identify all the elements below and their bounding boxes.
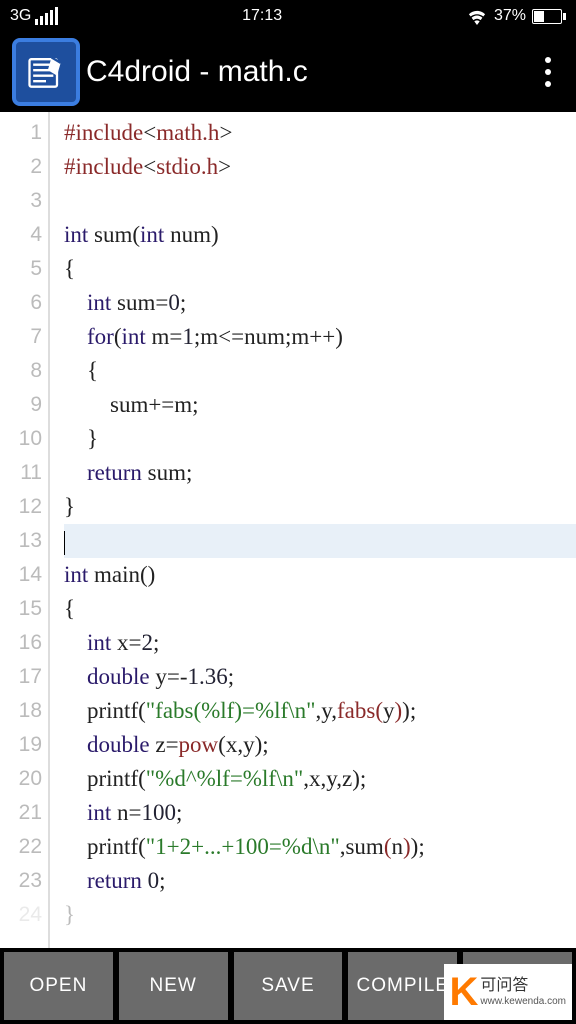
line-number: 11	[0, 456, 42, 490]
code-line[interactable]	[64, 184, 576, 218]
line-number: 8	[0, 354, 42, 388]
app-logo-icon	[12, 38, 80, 106]
line-number: 24	[0, 898, 42, 932]
code-line[interactable]: sum+=m;	[64, 388, 576, 422]
line-number: 9	[0, 388, 42, 422]
code-line[interactable]: return 0;	[64, 864, 576, 898]
open-button[interactable]: OPEN	[4, 952, 113, 1020]
code-line[interactable]: }	[64, 898, 576, 932]
code-line[interactable]: {	[64, 252, 576, 286]
code-line[interactable]: {	[64, 354, 576, 388]
text-cursor	[64, 531, 65, 555]
code-line[interactable]: return sum;	[64, 456, 576, 490]
line-number: 1	[0, 116, 42, 150]
clock: 17:13	[58, 7, 466, 25]
line-number: 14	[0, 558, 42, 592]
code-line[interactable]: int main()	[64, 558, 576, 592]
line-number: 19	[0, 728, 42, 762]
code-line[interactable]: printf("%d^%lf=%lf\n",x,y,z);	[64, 762, 576, 796]
code-line[interactable]: int n=100;	[64, 796, 576, 830]
watermark-title: 可问答	[480, 976, 566, 995]
save-button[interactable]: SAVE	[234, 952, 343, 1020]
overflow-menu-icon[interactable]	[528, 57, 568, 87]
line-number: 12	[0, 490, 42, 524]
code-line[interactable]: {	[64, 592, 576, 626]
line-number: 18	[0, 694, 42, 728]
watermark-logo: K	[450, 972, 479, 1012]
code-line[interactable]: }	[64, 490, 576, 524]
network-label: 3G	[10, 7, 31, 25]
line-gutter: 123456789101112131415161718192021222324	[0, 112, 50, 948]
code-line[interactable]: double y=-1.36;	[64, 660, 576, 694]
code-line[interactable]: #include<math.h>	[64, 116, 576, 150]
code-line[interactable]: for(int m=1;m<=num;m++)	[64, 320, 576, 354]
code-line[interactable]	[64, 524, 576, 558]
new-button[interactable]: NEW	[119, 952, 228, 1020]
code-area[interactable]: #include<math.h>#include<stdio.h> int sum…	[50, 112, 576, 948]
code-line[interactable]: printf("fabs(%lf)=%lf\n",y,fabs(y));	[64, 694, 576, 728]
watermark: K 可问答 www.kewenda.com	[444, 964, 572, 1020]
line-number: 16	[0, 626, 42, 660]
app-title: C4droid - math.c	[86, 55, 528, 89]
code-line[interactable]: int x=2;	[64, 626, 576, 660]
line-number: 3	[0, 184, 42, 218]
battery-icon	[532, 9, 566, 24]
line-number: 4	[0, 218, 42, 252]
line-number: 2	[0, 150, 42, 184]
status-bar: 3G 17:13 37%	[0, 0, 576, 32]
line-number: 10	[0, 422, 42, 456]
line-number: 20	[0, 762, 42, 796]
line-number: 5	[0, 252, 42, 286]
battery-label: 37%	[494, 7, 526, 25]
compile-button[interactable]: COMPILE	[348, 952, 457, 1020]
line-number: 22	[0, 830, 42, 864]
watermark-url: www.kewenda.com	[480, 996, 566, 1008]
line-number: 7	[0, 320, 42, 354]
line-number: 6	[0, 286, 42, 320]
code-line[interactable]: }	[64, 422, 576, 456]
code-line[interactable]: #include<stdio.h>	[64, 150, 576, 184]
code-editor[interactable]: 123456789101112131415161718192021222324 …	[0, 112, 576, 948]
code-line[interactable]: int sum(int num)	[64, 218, 576, 252]
line-number: 23	[0, 864, 42, 898]
code-line[interactable]: printf("1+2+...+100=%d\n",sum(n));	[64, 830, 576, 864]
line-number: 13	[0, 524, 42, 558]
line-number: 17	[0, 660, 42, 694]
app-bar: C4droid - math.c	[0, 32, 576, 112]
line-number: 21	[0, 796, 42, 830]
code-line[interactable]: int sum=0;	[64, 286, 576, 320]
line-number: 15	[0, 592, 42, 626]
signal-icon	[35, 7, 58, 25]
wifi-icon	[466, 7, 488, 25]
code-line[interactable]: double z=pow(x,y);	[64, 728, 576, 762]
